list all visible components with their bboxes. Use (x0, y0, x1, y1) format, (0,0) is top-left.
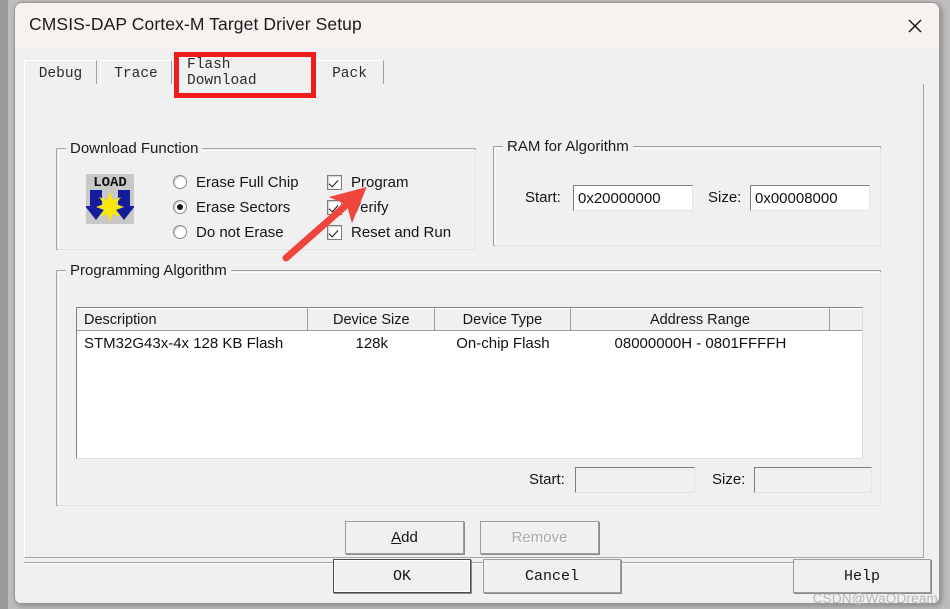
tab-pack[interactable]: Pack (315, 60, 384, 87)
footer-separator (24, 562, 925, 564)
download-function-group: Download Function LOAD Erase Full Chip E… (56, 140, 476, 250)
ram-start-label: Start: (525, 189, 561, 206)
column-header-description[interactable]: Description (77, 308, 309, 331)
title-bar: CMSIS-DAP Cortex-M Target Driver Setup (15, 3, 939, 48)
ram-size-label: Size: (708, 189, 742, 206)
column-header-device-size[interactable]: Device Size (308, 308, 436, 331)
programming-algorithm-title: Programming Algorithm (66, 262, 231, 279)
desktop-backdrop: CMSIS-DAP Cortex-M Target Driver Setup D… (0, 0, 950, 609)
add-button-rest: dd (401, 529, 418, 546)
programming-algorithm-table[interactable]: Description Device Size Device Type Addr… (76, 307, 863, 459)
radio-erase-sectors-indicator[interactable] (173, 200, 187, 214)
algorithm-size-input[interactable] (754, 467, 872, 493)
load-icon-text: LOAD (93, 175, 127, 191)
checkbox-reset-and-run[interactable]: Reset and Run (327, 221, 451, 243)
algorithm-start-input[interactable] (575, 467, 695, 493)
radio-do-not-erase-label: Do not Erase (196, 223, 284, 241)
table-header-row: Description Device Size Device Type Addr… (77, 308, 862, 331)
tab-debug-label: Debug (38, 66, 83, 82)
add-button-accel: A (391, 529, 402, 546)
checkbox-program-indicator[interactable] (327, 174, 342, 190)
ram-start-input[interactable]: 0x20000000 (573, 185, 693, 211)
add-button[interactable]: Add (345, 521, 464, 554)
radio-erase-full-chip-indicator[interactable] (173, 175, 187, 189)
cell-address-range: 08000000H - 0801FFFFH (614, 334, 787, 352)
tab-trace[interactable]: Trace (100, 60, 172, 87)
dialog-client-area: Debug Trace Flash Download Pack Download… (15, 48, 939, 603)
column-header-address-range[interactable]: Address Range (570, 308, 831, 331)
cell-description: STM32G43x-4x 128 KB Flash (84, 334, 284, 352)
table-row[interactable]: STM32G43x-4x 128 KB Flash 128k On-chip F… (77, 331, 862, 355)
tab-flash-download[interactable]: Flash Download (177, 56, 313, 89)
window-title: CMSIS-DAP Cortex-M Target Driver Setup (29, 14, 362, 34)
remove-button: Remove (480, 521, 599, 554)
checkbox-verify-indicator[interactable] (327, 199, 342, 215)
add-button-label: Add (391, 529, 418, 546)
close-icon (908, 19, 922, 32)
download-function-title: Download Function (66, 140, 203, 157)
ram-size-value: 0x00008000 (755, 189, 838, 207)
tab-flash-download-label: Flash Download (187, 57, 257, 89)
cancel-button[interactable]: Cancel (483, 559, 621, 593)
ram-size-input[interactable]: 0x00008000 (750, 185, 870, 211)
column-header-spacer[interactable] (830, 308, 862, 331)
load-icon: LOAD (86, 174, 134, 224)
dialog-window: CMSIS-DAP Cortex-M Target Driver Setup D… (14, 2, 940, 604)
programming-algorithm-group: Programming Algorithm Description Device… (56, 262, 881, 506)
column-header-device-type[interactable]: Device Type (435, 308, 571, 331)
algorithm-start-label: Start: (529, 471, 565, 488)
radio-erase-sectors-label: Erase Sectors (196, 198, 291, 216)
radio-erase-full-chip[interactable]: Erase Full Chip (173, 171, 299, 193)
checkbox-program[interactable]: Program (327, 171, 409, 193)
ram-for-algorithm-group: RAM for Algorithm Start: 0x20000000 Size… (493, 138, 881, 246)
tab-pack-label: Pack (332, 66, 367, 82)
radio-do-not-erase[interactable]: Do not Erase (173, 221, 284, 243)
checkbox-reset-and-run-label: Reset and Run (351, 223, 452, 241)
cell-device-type: On-chip Flash (456, 334, 550, 352)
checkbox-verify[interactable]: Verify (327, 196, 389, 218)
ram-for-algorithm-title: RAM for Algorithm (503, 138, 633, 155)
checkbox-reset-and-run-indicator[interactable] (327, 224, 342, 240)
checkbox-program-label: Program (351, 173, 409, 191)
radio-erase-full-chip-label: Erase Full Chip (196, 173, 299, 191)
ok-button-label: OK (392, 567, 411, 585)
cancel-button-label: Cancel (524, 567, 579, 585)
radio-erase-sectors[interactable]: Erase Sectors (173, 196, 290, 218)
ram-start-value: 0x20000000 (578, 189, 661, 207)
tab-trace-label: Trace (114, 66, 158, 82)
remove-button-label: Remove (511, 529, 568, 546)
close-button[interactable] (891, 3, 939, 48)
watermark-text: CSDN@WaODream (812, 591, 938, 606)
load-arrows-icon (86, 190, 134, 222)
radio-do-not-erase-indicator[interactable] (173, 225, 187, 239)
help-button-label: Help (843, 567, 880, 585)
checkbox-verify-label: Verify (351, 198, 389, 216)
cell-device-size: 128k (355, 334, 389, 352)
flash-download-panel: Download Function LOAD Erase Full Chip E… (24, 84, 924, 558)
algorithm-size-label: Size: (712, 471, 746, 488)
tab-debug[interactable]: Debug (24, 60, 97, 87)
help-button[interactable]: Help (793, 559, 931, 593)
ok-button[interactable]: OK (333, 559, 471, 593)
